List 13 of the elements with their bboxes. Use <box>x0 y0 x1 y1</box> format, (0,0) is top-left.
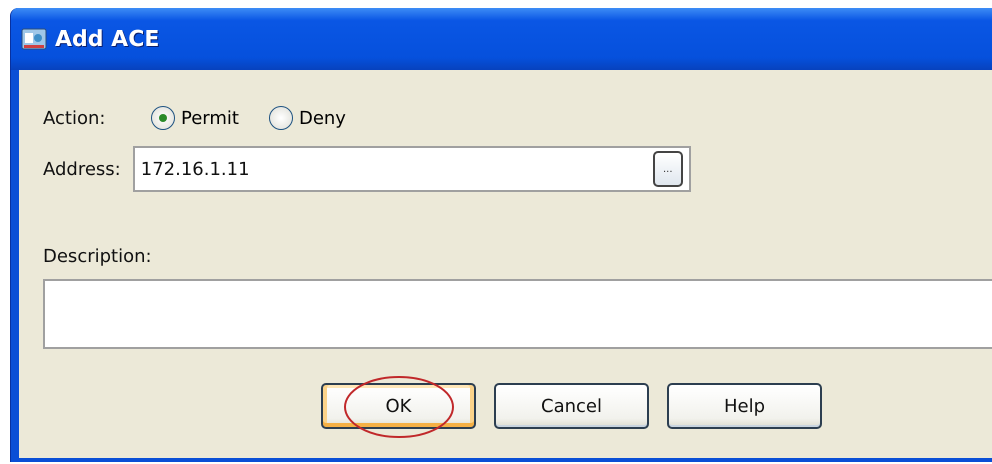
address-field[interactable]: 172.16.1.11 ... <box>132 146 691 192</box>
radio-option[interactable]: Permit <box>151 106 239 130</box>
dialog-button[interactable]: Help <box>667 383 822 429</box>
app-icon <box>21 26 47 52</box>
dialog-button[interactable]: OK <box>321 383 476 429</box>
action-label: Action: <box>43 108 106 128</box>
address-label: Address: <box>43 158 121 180</box>
window-title: Add ACE <box>55 26 160 52</box>
description-field[interactable] <box>43 279 992 349</box>
description-label: Description: <box>43 246 153 267</box>
radio-option[interactable]: Deny <box>268 106 346 130</box>
dialog-button[interactable]: Cancel <box>494 383 649 429</box>
browse-button[interactable]: ... <box>652 151 683 187</box>
